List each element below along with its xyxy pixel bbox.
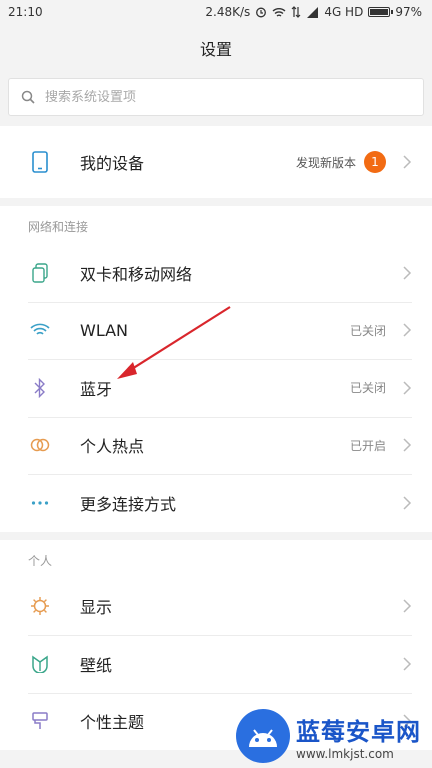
alarm-icon bbox=[256, 7, 267, 18]
search-box[interactable] bbox=[8, 78, 424, 116]
row-wlan[interactable]: WLAN 已关闭 bbox=[0, 301, 432, 360]
phone-icon bbox=[28, 150, 52, 174]
data-transfer-icon bbox=[291, 6, 301, 18]
update-badge: 1 bbox=[364, 151, 386, 173]
chevron-right-icon bbox=[403, 496, 412, 510]
row-hotspot[interactable]: 个人热点 已开启 bbox=[0, 416, 432, 475]
page-title-bar: 设置 bbox=[0, 24, 432, 72]
row-status: 已关闭 bbox=[349, 381, 386, 396]
row-wallpaper[interactable]: 壁纸 bbox=[0, 635, 432, 693]
signal-icon bbox=[307, 6, 319, 18]
update-status: 发现新版本 bbox=[295, 155, 356, 170]
watermark-title: 蓝莓安卓网 bbox=[296, 717, 421, 746]
search-icon bbox=[21, 90, 35, 104]
status-time: 21:10 bbox=[8, 5, 43, 19]
watermark: 蓝莓安卓网 www.lmkjst.com bbox=[236, 704, 426, 768]
search-container bbox=[0, 72, 432, 116]
row-more-connections[interactable]: 更多连接方式 bbox=[0, 474, 432, 532]
row-label: 显示 bbox=[80, 598, 113, 618]
network-speed: 2.48K/s bbox=[205, 5, 251, 19]
row-label: 更多连接方式 bbox=[80, 494, 177, 514]
chevron-right-icon bbox=[403, 381, 412, 395]
android-logo-icon bbox=[236, 709, 290, 763]
sim-icon bbox=[28, 261, 52, 285]
row-label: 壁纸 bbox=[80, 655, 113, 675]
status-bar: 21:10 2.48K/s 4G HD 97% bbox=[0, 0, 432, 24]
chevron-right-icon bbox=[403, 323, 412, 337]
row-display[interactable]: 显示 bbox=[0, 578, 432, 636]
my-device-label: 我的设备 bbox=[80, 154, 145, 173]
chevron-right-icon bbox=[403, 155, 412, 169]
wifi-icon bbox=[28, 318, 52, 342]
row-status: 已开启 bbox=[349, 438, 386, 453]
watermark-url: www.lmkjst.com bbox=[296, 746, 394, 761]
row-bluetooth[interactable]: 蓝牙 已关闭 bbox=[0, 359, 432, 417]
battery-icon bbox=[368, 7, 394, 17]
hotspot-icon bbox=[28, 433, 52, 457]
bluetooth-icon bbox=[28, 376, 52, 400]
status-right: 2.48K/s 4G HD 97% bbox=[205, 5, 422, 19]
theme-icon bbox=[28, 709, 52, 733]
search-input[interactable] bbox=[45, 89, 345, 105]
network-type: 4G HD bbox=[324, 5, 364, 19]
wifi-status-icon bbox=[272, 7, 286, 17]
my-device-row[interactable]: 我的设备 发现新版本 1 bbox=[0, 126, 432, 198]
battery-percent: 97% bbox=[395, 5, 422, 19]
section-header-network: 网络和连接 bbox=[28, 220, 89, 234]
network-section: 网络和连接 双卡和移动网络 WLAN 已关闭 蓝牙 已关闭 个人热点 已开启 更… bbox=[0, 206, 432, 532]
row-label: 个人热点 bbox=[80, 437, 145, 457]
chevron-right-icon bbox=[403, 266, 412, 280]
wallpaper-icon bbox=[28, 652, 52, 676]
row-label: 双卡和移动网络 bbox=[80, 264, 193, 284]
chevron-right-icon bbox=[403, 657, 412, 671]
chevron-right-icon bbox=[403, 438, 412, 452]
more-icon bbox=[28, 491, 52, 515]
display-icon bbox=[28, 594, 52, 618]
row-label: WLAN bbox=[80, 320, 129, 340]
row-dual-sim[interactable]: 双卡和移动网络 bbox=[0, 244, 432, 302]
row-label: 蓝牙 bbox=[80, 379, 113, 399]
section-header-personal: 个人 bbox=[28, 553, 53, 568]
chevron-right-icon bbox=[403, 599, 412, 613]
row-status: 已关闭 bbox=[349, 323, 386, 338]
page-title: 设置 bbox=[199, 40, 232, 59]
